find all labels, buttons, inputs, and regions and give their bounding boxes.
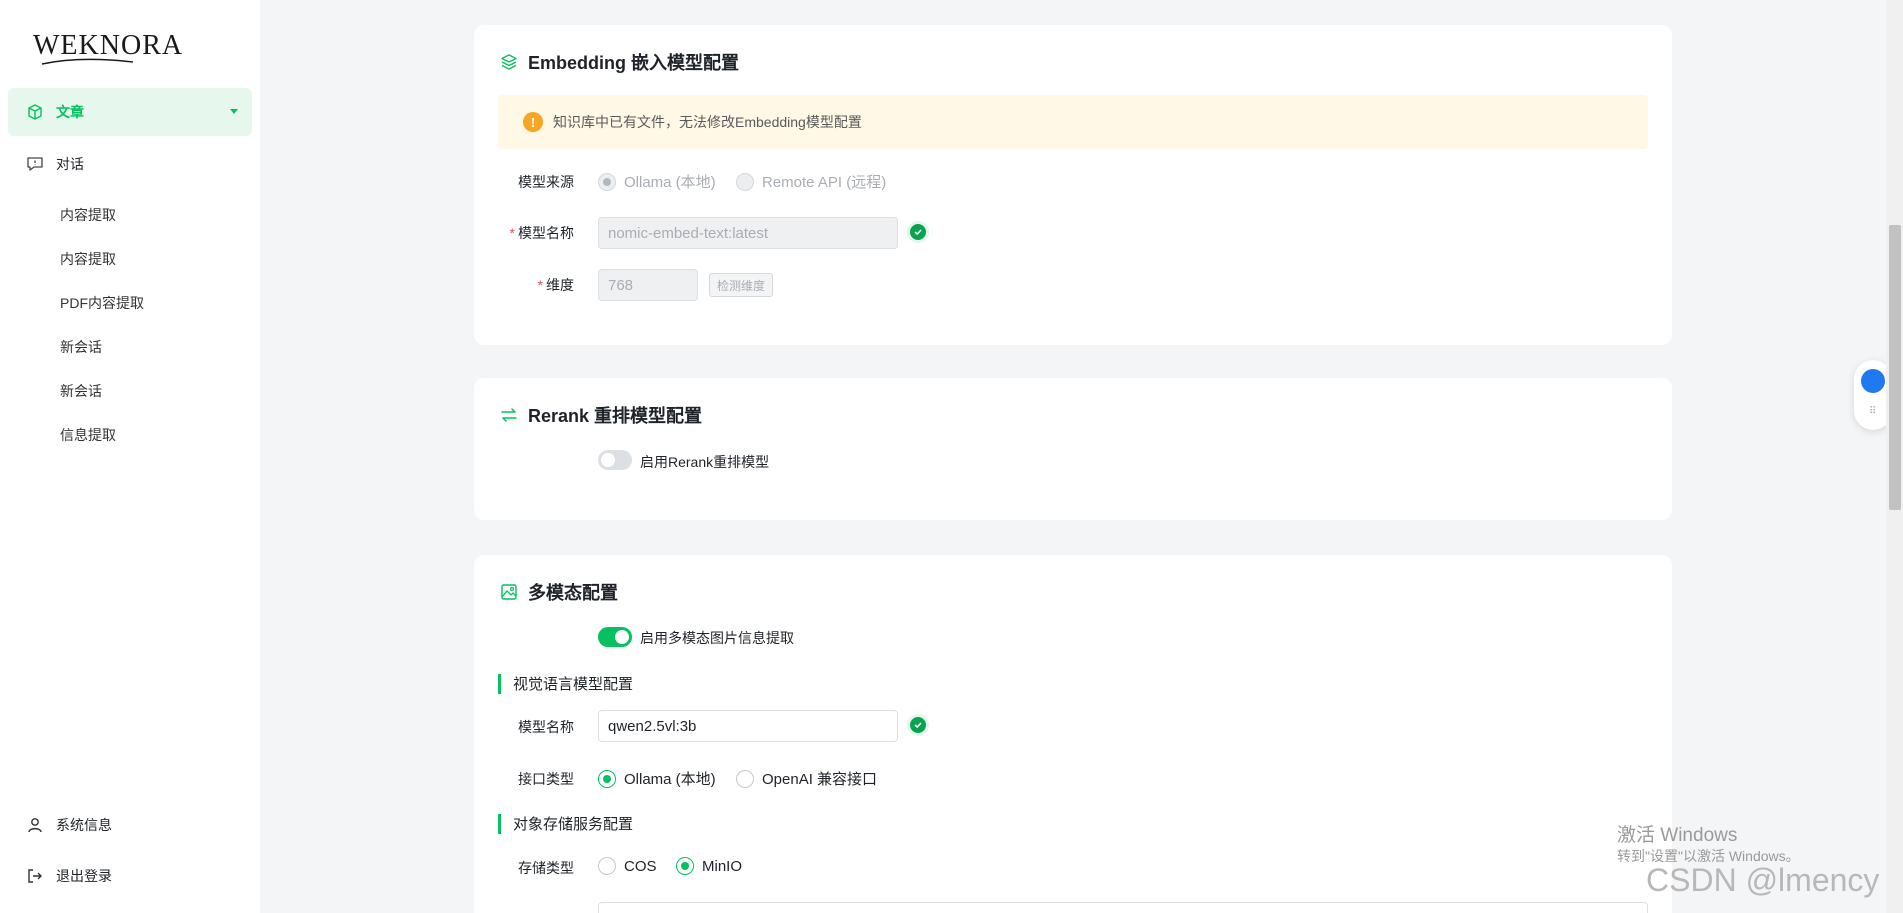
vlm-model-name-input[interactable]: qwen2.5vl:3b — [598, 710, 898, 742]
label-text: 维度 — [546, 277, 574, 293]
card-title-text: Embedding 嵌入模型配置 — [528, 53, 739, 73]
radio-storage-cos[interactable]: COS — [598, 857, 657, 875]
card-title: Embedding 嵌入模型配置 — [500, 49, 739, 75]
radio-label: Ollama (本地) — [624, 771, 716, 788]
required-mark: * — [509, 225, 515, 241]
sidebar: WEKNORA 文章 对话 内容提取 内容提取 PDF内容提取 新会话 新会话 … — [0, 0, 260, 913]
detect-dimension-button[interactable]: 检测维度 — [709, 273, 774, 297]
drag-handle-icon[interactable]: ⠿ — [1869, 406, 1876, 417]
radio-label: Ollama (本地) — [624, 174, 716, 191]
card-title: 多模态配置 — [500, 579, 618, 605]
storage-type-label: 存储类型 — [474, 858, 574, 878]
storage-section-heading: 对象存储服务配置 — [498, 813, 633, 834]
logout-icon — [26, 867, 44, 885]
interface-type-label: 接口类型 — [474, 769, 574, 789]
warning-icon: ! — [523, 112, 543, 132]
radio-circle — [598, 857, 616, 875]
sidebar-item-label: 退出登录 — [56, 868, 112, 884]
storage-endpoint-input[interactable] — [598, 902, 1648, 913]
image-icon — [500, 583, 518, 601]
radio-circle — [676, 857, 694, 875]
label-text: 模型名称 — [518, 719, 574, 735]
radio-circle — [598, 769, 616, 788]
radio-interface-openai[interactable]: OpenAI 兼容接口 — [736, 768, 877, 789]
sidebar-item-chat[interactable]: 对话 — [8, 140, 252, 188]
warning-banner: ! 知识库中已有文件，无法修改Embedding模型配置 — [498, 95, 1648, 149]
label-text: 存储类型 — [518, 860, 574, 876]
sidebar-subitem[interactable]: 信息提取 — [60, 425, 116, 445]
rerank-toggle-label: 启用Rerank重排模型 — [640, 454, 770, 470]
sidebar-item-system-info[interactable]: 系统信息 — [8, 801, 252, 849]
vlm-section-heading: 视觉语言模型配置 — [498, 673, 633, 694]
sidebar-item-label: 系统信息 — [56, 817, 112, 833]
multimodal-config-card: 多模态配置 启用多模态图片信息提取 视觉语言模型配置 模型名称 qwen2.5v… — [474, 555, 1672, 913]
radio-circle — [736, 172, 754, 191]
section-title: 对象存储服务配置 — [513, 816, 634, 833]
csdn-watermark: CSDN @lmency — [1646, 862, 1880, 898]
sidebar-item-label: 对话 — [56, 156, 84, 172]
model-source-label: 模型来源 — [474, 172, 574, 192]
logo-swoosh-icon — [41, 58, 134, 65]
sidebar-item-articles[interactable]: 文章 — [8, 88, 252, 136]
multimodal-toggle-label: 启用多模态图片信息提取 — [640, 630, 794, 646]
card-title-text: Rerank 重排模型配置 — [528, 406, 703, 426]
label-text: 模型名称 — [518, 225, 574, 241]
radio-source-remote[interactable]: Remote API (远程) — [736, 171, 886, 192]
layers-icon — [500, 53, 518, 71]
sidebar-subitem[interactable]: 新会话 — [60, 337, 102, 357]
windows-activation-title: 激活 Windows — [1617, 825, 1738, 846]
radio-label: COS — [624, 857, 657, 875]
swap-arrows-icon — [500, 406, 518, 424]
multimodal-toggle[interactable] — [598, 627, 632, 647]
rerank-config-card: Rerank 重排模型配置 启用Rerank重排模型 — [474, 378, 1672, 520]
warning-text: 知识库中已有文件，无法修改Embedding模型配置 — [553, 114, 862, 130]
chat-icon — [26, 155, 44, 173]
radio-interface-ollama[interactable]: Ollama (本地) — [598, 768, 716, 789]
radio-label: Remote API (远程) — [762, 174, 887, 191]
radio-source-ollama[interactable]: Ollama (本地) — [598, 171, 716, 192]
rerank-toggle[interactable] — [598, 450, 632, 470]
model-name-label: * 模型名称 — [474, 223, 574, 243]
radio-label: OpenAI 兼容接口 — [762, 771, 878, 788]
cube-icon — [26, 103, 44, 121]
embedding-model-name-input[interactable]: nomic-embed-text:latest — [598, 217, 898, 249]
sidebar-subitem[interactable]: 新会话 — [60, 381, 102, 401]
assistant-icon — [1861, 369, 1885, 393]
label-text: 模型来源 — [518, 174, 574, 190]
dimension-label: * 维度 — [474, 275, 574, 295]
sidebar-item-logout[interactable]: 退出登录 — [8, 852, 252, 900]
chevron-down-icon — [230, 109, 238, 114]
radio-label: MinIO — [702, 857, 743, 875]
check-circle-icon — [907, 221, 929, 243]
sidebar-item-label: 文章 — [56, 104, 84, 120]
scrollbar-thumb[interactable] — [1889, 225, 1901, 510]
dimension-input[interactable]: 768 — [598, 269, 698, 301]
vlm-model-name-label: 模型名称 — [474, 717, 574, 737]
sidebar-subitem[interactable]: 内容提取 — [60, 205, 116, 225]
card-title-text: 多模态配置 — [528, 583, 618, 603]
label-text: 接口类型 — [518, 771, 574, 787]
sidebar-subitem[interactable]: 内容提取 — [60, 249, 116, 269]
card-title: Rerank 重排模型配置 — [500, 402, 702, 428]
required-mark: * — [537, 277, 543, 293]
user-icon — [26, 816, 44, 834]
check-circle-icon — [907, 714, 929, 736]
radio-circle — [598, 172, 616, 191]
sidebar-subitem[interactable]: PDF内容提取 — [60, 293, 144, 313]
radio-circle — [736, 769, 754, 788]
embedding-config-card: Embedding 嵌入模型配置 ! 知识库中已有文件，无法修改Embeddin… — [474, 25, 1672, 345]
section-title: 视觉语言模型配置 — [513, 676, 634, 693]
radio-storage-minio[interactable]: MinIO — [676, 857, 742, 875]
